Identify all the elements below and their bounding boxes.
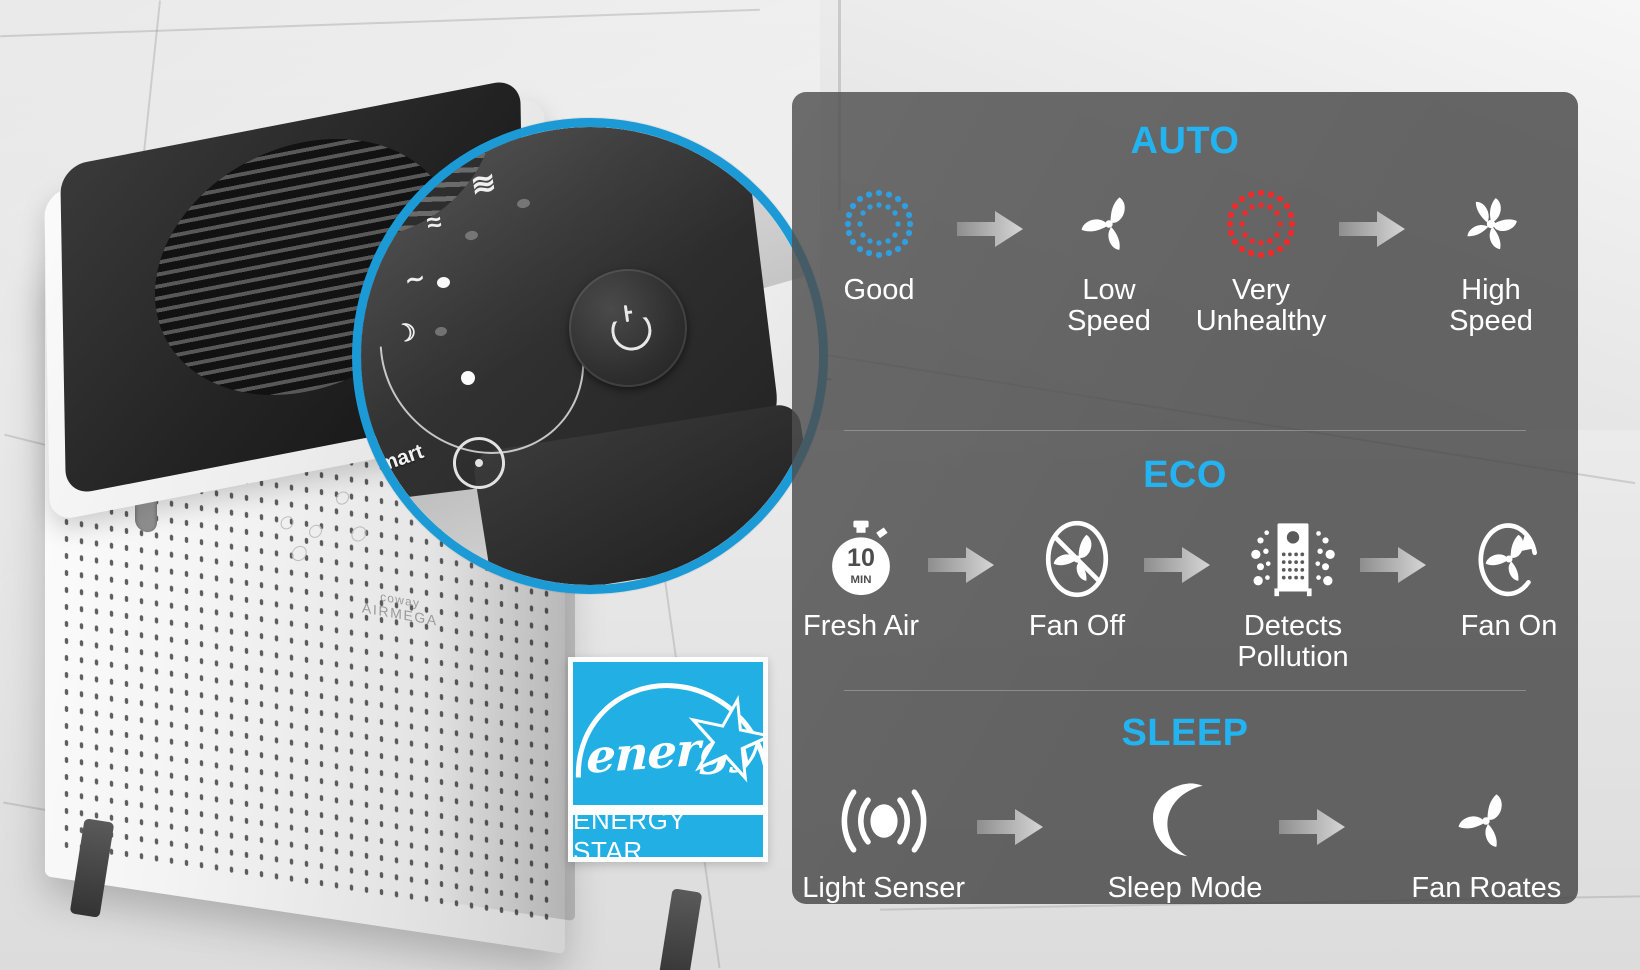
step-sleep-fan-slow: Fan Roates Very Slowly bbox=[1395, 779, 1578, 904]
step-auto-low-speed: Low Speed bbox=[1033, 183, 1185, 336]
step-sleep-mode-label: Sleep Mode bbox=[1107, 872, 1263, 904]
arrow-icon bbox=[1337, 183, 1415, 249]
step-sleep-mode: Sleep Mode bbox=[1093, 779, 1276, 904]
step-sleep-fan-slow-label: Fan Roates Very Slowly bbox=[1411, 872, 1562, 904]
fan-slow-icon bbox=[1449, 779, 1523, 863]
arrow-icon bbox=[1358, 517, 1444, 585]
step-eco-fresh-air: 10 MIN Fresh Air bbox=[796, 517, 926, 642]
step-eco-detects-pollution-label: Detects Pollution bbox=[1237, 610, 1349, 673]
arrow-icon bbox=[975, 779, 1093, 847]
arrow-icon bbox=[926, 517, 1012, 585]
section-sleep-title: SLEEP bbox=[1121, 712, 1249, 754]
section-eco: ECO 10 MIN Fresh Air Fan Off Detects Pol… bbox=[792, 454, 1578, 672]
section-eco-title: ECO bbox=[1143, 454, 1227, 496]
arrow-icon bbox=[1142, 517, 1228, 585]
fan-off-icon bbox=[1038, 517, 1116, 601]
step-auto-high-speed-label: High Speed bbox=[1449, 274, 1533, 337]
step-auto-very-unhealthy: Very Unhealthy bbox=[1185, 183, 1337, 336]
svg-text:10: 10 bbox=[847, 544, 875, 572]
pollution-detector-icon bbox=[1245, 517, 1341, 601]
arrow-icon bbox=[955, 183, 1033, 249]
step-eco-fan-on: Fan On bbox=[1444, 517, 1574, 642]
step-auto-good: Good bbox=[803, 183, 955, 306]
step-eco-fresh-air-label: Fresh Air bbox=[802, 610, 920, 642]
moon-sleep-icon bbox=[1148, 779, 1222, 863]
fan-high-speed-icon bbox=[1453, 183, 1529, 265]
panel-button-timer[interactable] bbox=[280, 515, 294, 531]
section-divider bbox=[844, 690, 1526, 691]
panel-button-power[interactable] bbox=[351, 525, 367, 543]
light-sensor-icon bbox=[831, 779, 937, 863]
control-panel-magnifier: ≋ ≈ ∼ ☽ Smart bbox=[352, 118, 828, 594]
section-auto: AUTO Good Low Speed Very Unhealthy High … bbox=[792, 120, 1578, 336]
fan-low-speed-icon bbox=[1072, 183, 1146, 265]
fan-on-icon bbox=[1470, 517, 1548, 601]
step-eco-fan-off-label: Fan Off bbox=[1028, 610, 1126, 642]
panel-button-mode[interactable] bbox=[308, 523, 323, 540]
energy-star-badge: energy ENERGY STAR bbox=[568, 657, 768, 866]
step-eco-detects-pollution: Detects Pollution bbox=[1228, 517, 1358, 672]
infographic-stage: coway AIRMEGA ≋ ≈ ∼ ☽ Smart bbox=[0, 0, 1640, 970]
step-sleep-light-sensor: Light Senser Detects Darkness bbox=[792, 779, 975, 904]
step-auto-low-speed-label: Low Speed bbox=[1067, 274, 1151, 337]
section-divider bbox=[844, 430, 1526, 431]
step-auto-high-speed: High Speed bbox=[1415, 183, 1567, 336]
section-sleep: SLEEP Light Senser Sleep Mode Fan Roates bbox=[792, 712, 1578, 904]
air-quality-good-ring-icon bbox=[840, 183, 918, 265]
air-quality-very-unhealthy-ring-icon bbox=[1222, 183, 1300, 265]
arrow-icon bbox=[1277, 779, 1395, 847]
energy-star-wordmark: ENERGY STAR bbox=[573, 805, 686, 866]
floor-seam bbox=[0, 8, 760, 38]
panel-button-light[interactable] bbox=[335, 490, 350, 506]
svg-text:MIN: MIN bbox=[851, 574, 872, 586]
stopwatch-10-min-icon: 10 MIN bbox=[823, 517, 899, 601]
panel-button-fan[interactable] bbox=[291, 544, 307, 563]
modes-info-panel: AUTO Good Low Speed Very Unhealthy High … bbox=[792, 92, 1578, 904]
step-eco-fan-on-label: Fan On bbox=[1460, 610, 1558, 642]
step-auto-good-label: Good bbox=[843, 274, 915, 306]
section-auto-title: AUTO bbox=[1130, 120, 1240, 162]
step-eco-fan-off: Fan Off bbox=[1012, 517, 1142, 642]
step-auto-very-unhealthy-label: Very Unhealthy bbox=[1195, 274, 1327, 337]
step-sleep-light-sensor-label: Light Senser Detects Darkness bbox=[802, 872, 966, 904]
